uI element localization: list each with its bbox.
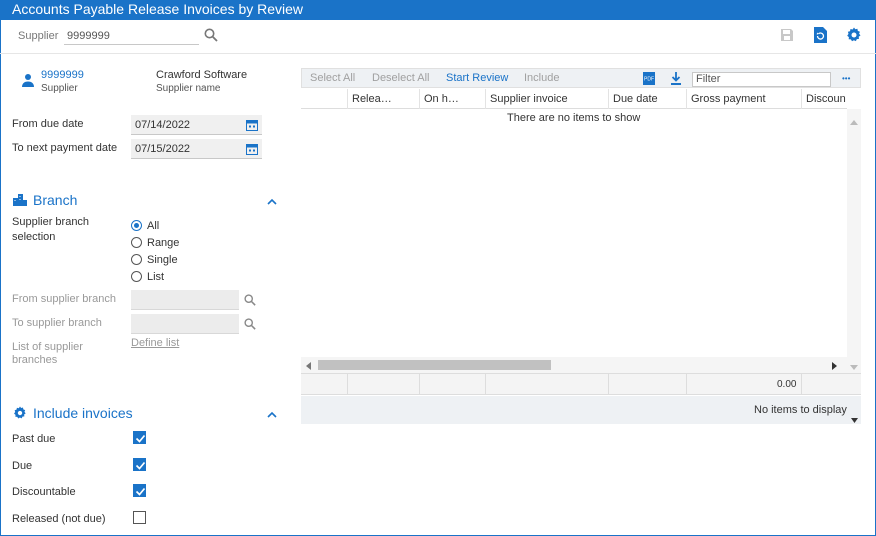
branch-section-title: Branch xyxy=(33,192,78,208)
chevron-up-icon[interactable] xyxy=(267,410,277,418)
column-header[interactable]: Gross payment xyxy=(686,89,801,109)
column-header[interactable]: On h… xyxy=(419,89,485,109)
radio-range-label: Range xyxy=(147,237,180,249)
horizontal-scrollbar[interactable] xyxy=(301,357,847,373)
from-due-date-label: From due date xyxy=(12,118,84,130)
deselect-all-button[interactable]: Deselect All xyxy=(372,72,429,84)
discountable-checkbox[interactable] xyxy=(133,484,146,497)
status-dropdown-icon[interactable] xyxy=(851,414,858,426)
select-column-header[interactable] xyxy=(301,89,347,109)
gear-icon xyxy=(13,406,27,423)
from-supplier-branch-label: From supplier branch xyxy=(12,293,116,305)
to-next-payment-date-input[interactable]: 07/15/2022 xyxy=(131,139,262,159)
radio-all[interactable] xyxy=(131,220,142,231)
search-icon[interactable] xyxy=(244,294,256,309)
due-checkbox[interactable] xyxy=(133,458,146,471)
person-icon xyxy=(21,73,35,90)
status-text: No items to display xyxy=(754,404,847,416)
select-all-button[interactable]: Select All xyxy=(310,72,355,84)
save-icon[interactable] xyxy=(780,28,794,45)
include-invoices-section-title: Include invoices xyxy=(33,405,133,421)
more-options-icon[interactable]: ••• xyxy=(842,72,850,86)
refresh-icon[interactable] xyxy=(813,27,827,46)
radio-list[interactable] xyxy=(131,271,142,282)
invoice-grid: Select All Deselect All Start Review Inc… xyxy=(301,68,861,424)
chevron-up-icon[interactable] xyxy=(267,197,277,205)
radio-single[interactable] xyxy=(131,254,142,265)
column-header[interactable]: Discoun xyxy=(801,89,847,109)
grid-header: Relea… On h… Supplier invoice Due date G… xyxy=(301,89,847,109)
search-icon[interactable] xyxy=(244,318,256,333)
radio-list-label: List xyxy=(147,271,165,283)
define-list-link[interactable]: Define list xyxy=(131,337,179,349)
vertical-scrollbar[interactable] xyxy=(847,109,861,373)
supplier-id-link[interactable]: 9999999 xyxy=(41,69,84,81)
building-icon xyxy=(13,194,27,209)
past-due-label: Past due xyxy=(12,433,56,445)
grid-footer-totals: 0.00 xyxy=(301,373,861,395)
grid-toolbar: Select All Deselect All Start Review Inc… xyxy=(301,68,861,88)
from-due-date-input[interactable]: 07/14/2022 xyxy=(131,115,262,135)
list-of-supplier-branches-label-2: branches xyxy=(12,354,58,366)
to-supplier-branch-input[interactable] xyxy=(131,314,239,334)
supplier-input[interactable]: 9999999 xyxy=(64,25,199,45)
pdf-export-icon[interactable]: PDF xyxy=(643,72,655,88)
download-icon[interactable] xyxy=(671,72,681,88)
due-label: Due xyxy=(12,460,33,472)
past-due-checkbox[interactable] xyxy=(133,431,146,444)
footer-divider xyxy=(347,374,348,395)
released-not-due-label: Released (not due) xyxy=(12,513,106,525)
supplier-label: Supplier xyxy=(18,30,59,42)
grid-status-bar: No items to display xyxy=(301,396,861,424)
discountable-label: Discountable xyxy=(12,486,76,498)
column-header[interactable]: Due date xyxy=(608,89,686,109)
scroll-down-icon[interactable] xyxy=(850,361,858,373)
start-review-button[interactable]: Start Review xyxy=(446,72,508,84)
page-title: Accounts Payable Release Invoices by Rev… xyxy=(0,0,876,20)
calendar-icon[interactable] xyxy=(246,119,258,131)
empty-message: There are no items to show xyxy=(507,112,641,124)
column-header[interactable]: Relea… xyxy=(347,89,419,109)
footer-divider xyxy=(801,374,802,395)
released-not-due-checkbox[interactable] xyxy=(133,511,146,524)
to-supplier-branch-label: To supplier branch xyxy=(12,317,102,329)
supplier-name-caption: Supplier name xyxy=(156,83,221,94)
radio-all-label: All xyxy=(147,220,160,232)
horizontal-scroll-thumb[interactable] xyxy=(318,360,551,370)
to-next-payment-date-label: To next payment date xyxy=(12,142,118,154)
scroll-right-icon[interactable] xyxy=(832,361,837,373)
from-supplier-branch-input[interactable] xyxy=(131,290,239,310)
radio-range[interactable] xyxy=(131,237,142,248)
calendar-icon[interactable] xyxy=(246,143,258,155)
search-icon[interactable] xyxy=(204,28,218,45)
scroll-up-icon[interactable] xyxy=(850,116,858,128)
radio-single-label: Single xyxy=(147,254,178,266)
gross-payment-total: 0.00 xyxy=(777,379,797,390)
footer-divider xyxy=(686,374,687,395)
include-button[interactable]: Include xyxy=(524,72,559,84)
filter-input[interactable]: Filter xyxy=(692,72,831,87)
supplier-name: Crawford Software xyxy=(156,69,248,81)
column-header[interactable]: Supplier invoice xyxy=(485,89,608,109)
scroll-left-icon[interactable] xyxy=(306,361,311,373)
footer-divider xyxy=(608,374,609,395)
svg-text:PDF: PDF xyxy=(644,77,654,83)
list-of-supplier-branches-label: List of supplier xyxy=(12,341,83,353)
supplier-branch-selection-label-2: selection xyxy=(12,231,56,243)
footer-divider xyxy=(419,374,420,395)
header-bar: Supplier 9999999 xyxy=(0,20,876,54)
gear-icon[interactable] xyxy=(846,27,862,46)
supplier-branch-selection-label: Supplier branch xyxy=(12,216,90,228)
supplier-id-caption: Supplier xyxy=(41,83,78,94)
footer-divider xyxy=(485,374,486,395)
